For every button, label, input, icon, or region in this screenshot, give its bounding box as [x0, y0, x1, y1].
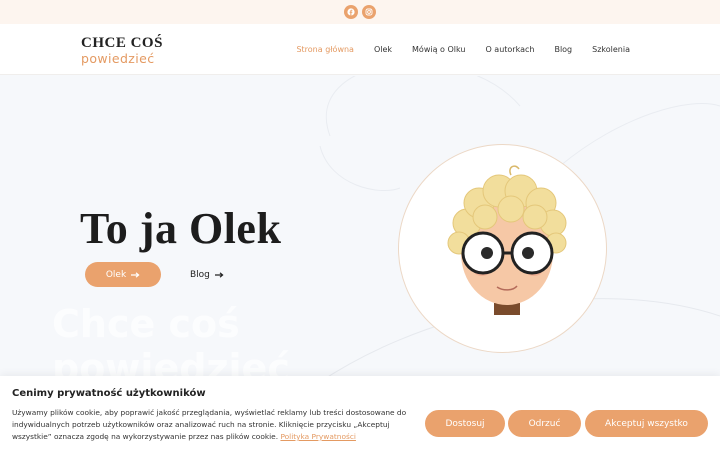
watermark-line-1: Chce coś: [52, 302, 240, 346]
nav-item-trainings[interactable]: Szkolenia: [592, 45, 630, 54]
cookie-title: Cenimy prywatność użytkowników: [12, 388, 206, 399]
cookie-text: Używamy plików cookie, aby poprawić jako…: [12, 407, 417, 443]
nav-item-blog[interactable]: Blog: [554, 45, 572, 54]
main-nav: Strona główna Olek Mówią o Olku O autork…: [296, 24, 630, 75]
accept-all-button[interactable]: Akceptuj wszystko: [585, 410, 708, 437]
logo-title[interactable]: CHCE COŚ: [81, 35, 163, 52]
olek-button-label: Olek: [105, 269, 127, 280]
arrow-right-icon: [131, 271, 140, 278]
olek-button[interactable]: Olek: [85, 262, 161, 287]
boy-with-glasses-illustration: [447, 165, 567, 315]
nav-item-olek[interactable]: Olek: [374, 45, 392, 54]
site-header: CHCE COŚ powiedzieć Strona główna Olek M…: [0, 24, 720, 75]
blog-button-label: Blog: [190, 269, 210, 280]
blog-button[interactable]: Blog: [190, 262, 224, 287]
avatar: [398, 144, 607, 353]
nav-item-home[interactable]: Strona główna: [296, 45, 354, 54]
customize-button[interactable]: Dostosuj: [425, 410, 505, 437]
top-bar: [0, 0, 720, 24]
cookie-banner: Cenimy prywatność użytkowników Używamy p…: [0, 376, 720, 450]
instagram-icon[interactable]: [362, 5, 376, 19]
arrow-right-icon: [214, 271, 224, 278]
hero-title: To ja Olek: [80, 204, 282, 253]
facebook-icon[interactable]: [344, 5, 358, 19]
reject-button[interactable]: Odrzuć: [508, 410, 581, 437]
privacy-policy-link[interactable]: Polityka Prywatności: [280, 432, 356, 441]
nav-item-testimonials[interactable]: Mówią o Olku: [412, 45, 465, 54]
logo-subtitle[interactable]: powiedzieć: [81, 51, 155, 66]
nav-item-authors[interactable]: O autorkach: [485, 45, 534, 54]
